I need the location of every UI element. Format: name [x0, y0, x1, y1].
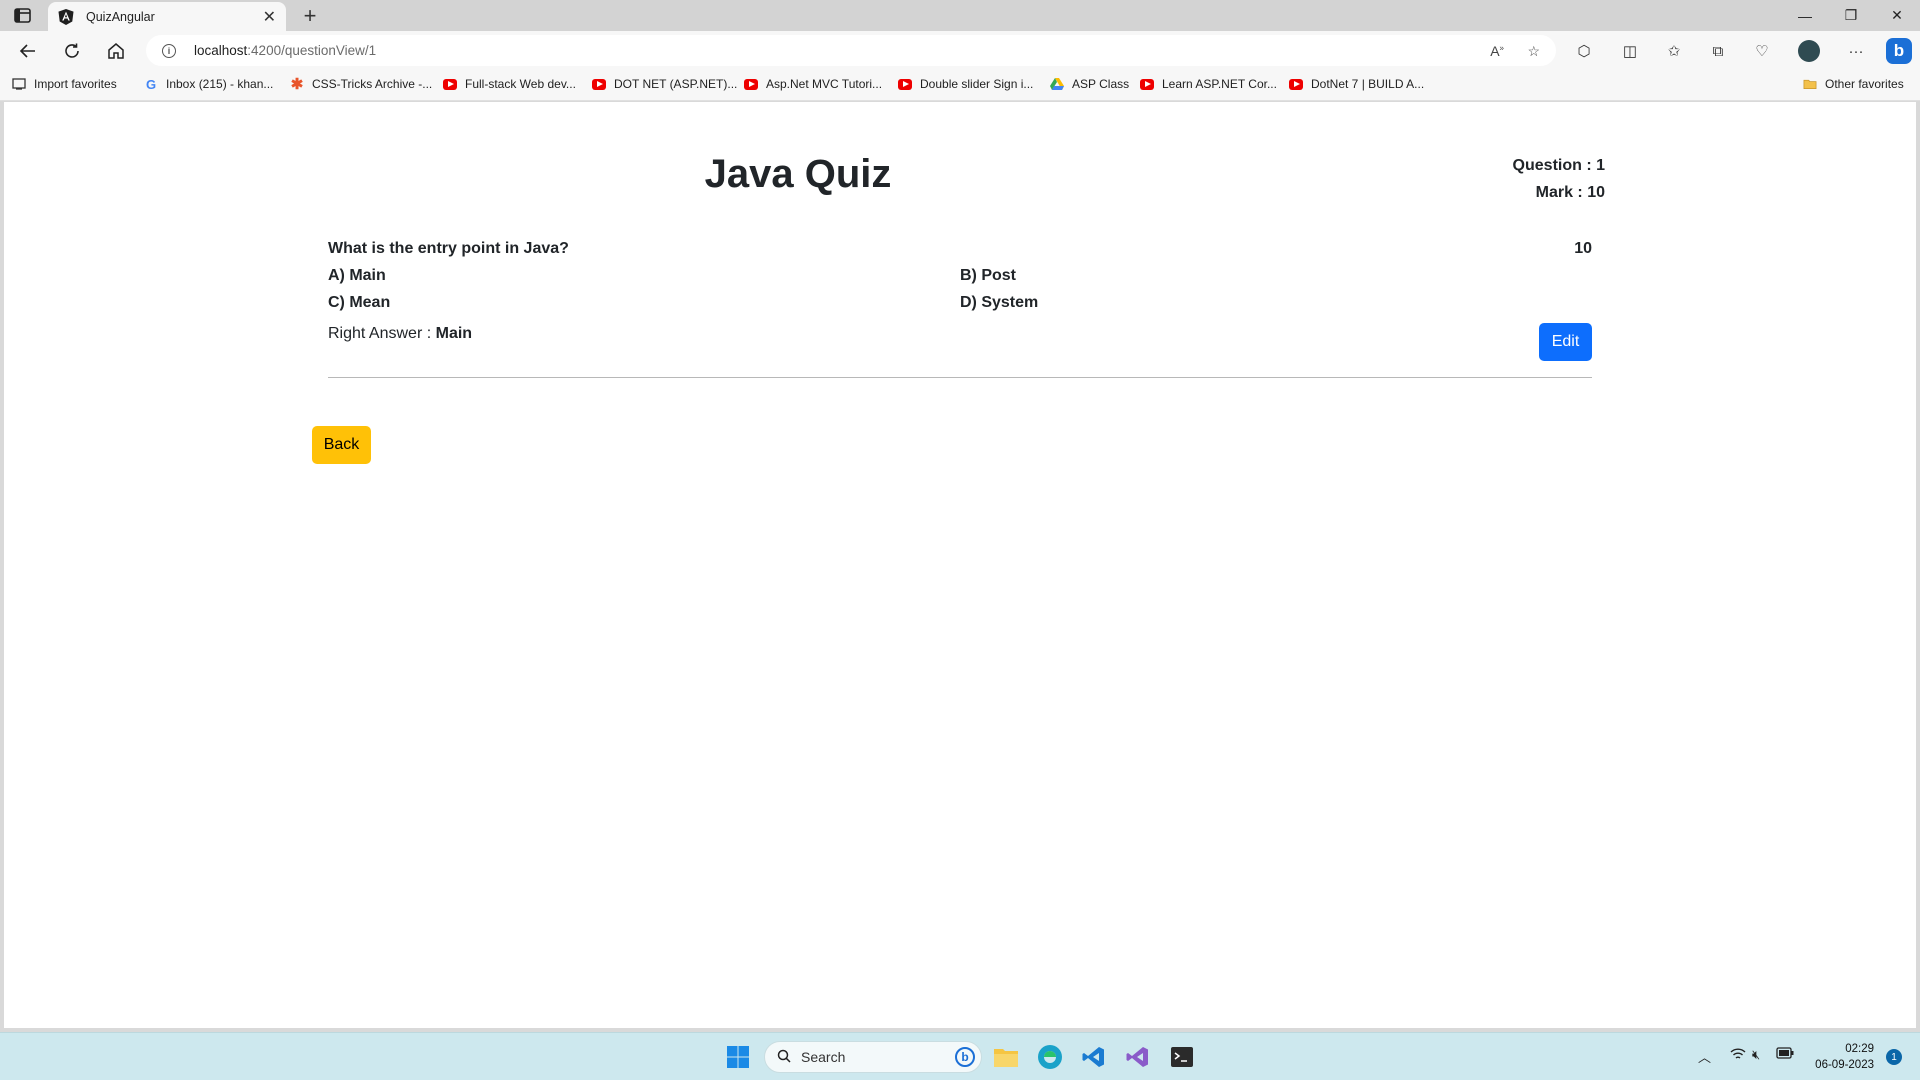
favorite-learn-asp-net[interactable]: Learn ASP.NET Cor... [1140, 77, 1277, 91]
vscode-icon[interactable] [1080, 1043, 1108, 1071]
back-button[interactable]: Back [312, 426, 371, 464]
folder-icon [1803, 77, 1817, 91]
notification-badge[interactable]: 1 [1886, 1049, 1902, 1065]
favorite-dotnet-7[interactable]: DotNet 7 | BUILD A... [1289, 77, 1424, 91]
page-title: Java Quiz [704, 152, 892, 196]
edge-browser-icon[interactable] [1036, 1043, 1064, 1071]
collections-icon[interactable]: ⧉ [1706, 40, 1730, 62]
split-screen-icon[interactable]: ◫ [1618, 40, 1642, 62]
question-number: Question : 1 [1512, 157, 1605, 174]
new-tab-icon[interactable]: + [296, 3, 324, 29]
wifi-icon[interactable] [1730, 1047, 1746, 1064]
option-c: C) Mean [328, 294, 391, 311]
youtube-icon [1140, 77, 1154, 91]
url-host: localhost [194, 43, 248, 58]
google-drive-icon [1050, 77, 1064, 91]
youtube-icon [443, 77, 457, 91]
import-icon [12, 77, 26, 91]
right-answer: Right Answer : Main [328, 325, 472, 343]
favorites-icon[interactable]: ✩ [1662, 40, 1686, 62]
youtube-icon [1289, 77, 1303, 91]
search-icon [777, 1049, 791, 1066]
question-text: What is the entry point in Java? [328, 240, 569, 257]
site-info-icon[interactable]: i [162, 43, 176, 58]
youtube-icon [898, 77, 912, 91]
visual-studio-icon[interactable] [1124, 1043, 1152, 1071]
option-b: B) Post [960, 267, 1016, 284]
battery-icon[interactable] [1776, 1047, 1794, 1062]
browser-tab[interactable]: QuizAngular ✕ [48, 2, 286, 32]
clock-time: 02:29 [1845, 1043, 1874, 1055]
favorite-asp-net-mvc[interactable]: Asp.Net MVC Tutori... [744, 77, 882, 91]
profile-avatar[interactable] [1797, 40, 1821, 62]
windows-start-icon[interactable] [724, 1043, 752, 1071]
page-content: Java Quiz Question : 1 Mark : 10 What is… [4, 102, 1916, 1028]
refresh-icon[interactable] [58, 37, 86, 65]
favorite-full-stack[interactable]: Full-stack Web dev... [443, 77, 576, 91]
taskbar-search[interactable]: Search b [764, 1041, 982, 1073]
terminal-icon[interactable] [1168, 1043, 1196, 1071]
right-answer-value: Main [435, 325, 473, 342]
youtube-icon [744, 77, 758, 91]
close-tab-icon[interactable]: ✕ [263, 7, 276, 27]
tab-actions-icon[interactable] [12, 7, 34, 25]
minimize-icon[interactable]: — [1782, 0, 1828, 31]
file-explorer-icon[interactable] [992, 1043, 1020, 1071]
right-answer-label: Right Answer : [328, 325, 436, 342]
navigation-bar: i localhost:4200/questionView/1 A» ☆ ⬡ ◫… [0, 31, 1920, 70]
bing-icon: b [955, 1047, 975, 1067]
tab-title: QuizAngular [86, 10, 155, 24]
favorite-asp-class[interactable]: ASP Class [1050, 77, 1129, 91]
tab-strip: QuizAngular ✕ + — ❐ ✕ [0, 0, 1920, 32]
taskbar: Search b ︿ 🔇︎ 02:29 06-09-2023 1 [0, 1032, 1920, 1080]
read-aloud-icon[interactable]: A» [1490, 43, 1504, 59]
address-bar[interactable]: i localhost:4200/questionView/1 A» ☆ [146, 35, 1556, 66]
system-clock[interactable]: 02:29 06-09-2023 [1810, 1041, 1874, 1073]
favorite-star-icon[interactable]: ☆ [1527, 43, 1540, 60]
favorite-double-slider[interactable]: Double slider Sign i... [898, 77, 1033, 91]
question-meta: Question : 1 Mark : 10 [1513, 152, 1605, 206]
show-hidden-icons[interactable]: ︿ [1698, 1047, 1711, 1066]
home-icon[interactable] [102, 37, 130, 65]
total-mark: Mark : 10 [1535, 184, 1605, 201]
performance-icon[interactable]: ♡ [1750, 40, 1774, 62]
clock-date: 06-09-2023 [1815, 1059, 1874, 1071]
css-tricks-icon: ✱ [290, 76, 304, 93]
url-path: :4200/questionView/1 [247, 43, 377, 58]
option-a: A) Main [328, 267, 386, 284]
question-mark: 10 [1574, 240, 1592, 257]
google-icon: G [145, 76, 157, 92]
restore-icon[interactable]: ❐ [1828, 0, 1874, 31]
youtube-icon [592, 77, 606, 91]
search-label: Search [801, 1049, 846, 1065]
volume-muted-icon[interactable]: 🔇︎ [1752, 1047, 1760, 1063]
close-window-icon[interactable]: ✕ [1874, 0, 1920, 31]
favorite-dot-net[interactable]: DOT NET (ASP.NET)... [592, 77, 737, 91]
extensions-icon[interactable]: ⬡ [1572, 40, 1596, 62]
bing-copilot-icon[interactable]: b [1884, 37, 1914, 65]
back-arrow-icon[interactable] [14, 37, 42, 65]
favorite-css-tricks[interactable]: ✱ CSS-Tricks Archive -... [290, 76, 433, 93]
favorites-bar: Import favorites G Inbox (215) - khan...… [0, 70, 1920, 101]
other-favorites[interactable]: Other favorites [1803, 77, 1904, 91]
more-menu-icon[interactable]: ··· [1844, 40, 1868, 62]
angular-icon [58, 9, 74, 25]
favorite-inbox[interactable]: G Inbox (215) - khan... [144, 76, 273, 92]
option-d: D) System [960, 294, 1039, 311]
divider [328, 377, 1592, 378]
edit-button[interactable]: Edit [1539, 323, 1592, 361]
favorite-import[interactable]: Import favorites [12, 77, 117, 91]
